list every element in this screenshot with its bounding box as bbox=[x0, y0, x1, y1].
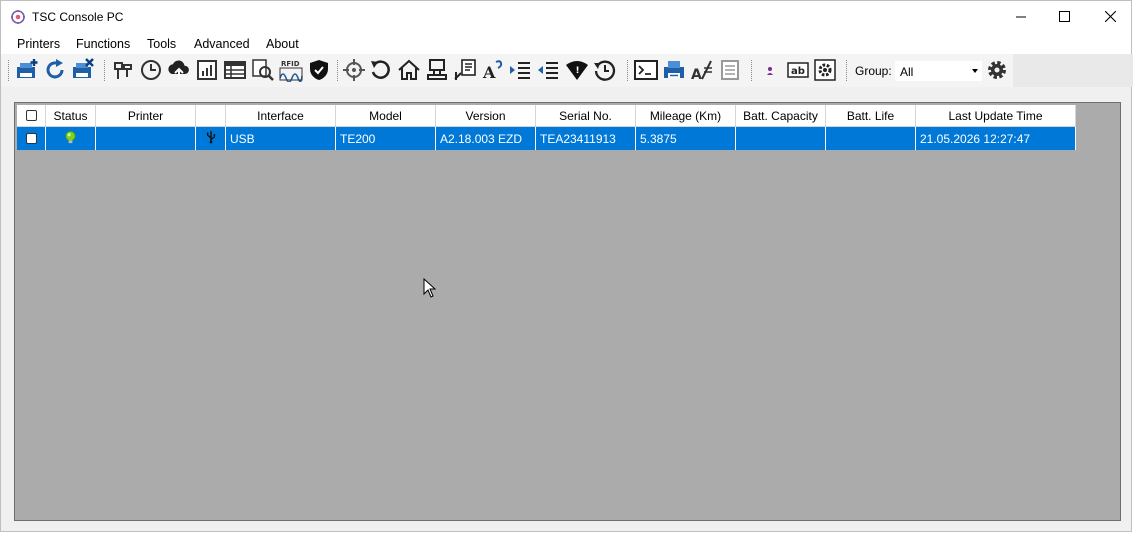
version-cell[interactable]: A2.18.003 EZD bbox=[436, 127, 536, 150]
svg-text:A: A bbox=[482, 63, 496, 82]
window-title: TSC Console PC bbox=[32, 10, 124, 24]
svg-text:A: A bbox=[691, 67, 702, 82]
security-shield-icon[interactable] bbox=[307, 58, 331, 82]
column-header[interactable]: Batt. Life bbox=[826, 105, 916, 127]
printer-cell[interactable] bbox=[96, 127, 196, 150]
indent-right-icon[interactable] bbox=[536, 58, 560, 82]
stamp-icon[interactable] bbox=[425, 58, 449, 82]
svg-text:RFID: RFID bbox=[281, 60, 300, 68]
menu-about[interactable]: About bbox=[266, 37, 299, 51]
indent-left-icon[interactable] bbox=[508, 58, 532, 82]
printer-settings-icon[interactable] bbox=[111, 58, 135, 82]
close-button[interactable] bbox=[1087, 1, 1133, 32]
menu-advanced[interactable]: Advanced bbox=[194, 37, 250, 51]
mouse-pointer-icon bbox=[423, 277, 437, 301]
menu-functions[interactable]: Functions bbox=[76, 37, 130, 51]
refresh-icon[interactable] bbox=[43, 58, 67, 82]
column-header[interactable]: Batt. Capacity bbox=[736, 105, 826, 127]
undo-icon[interactable] bbox=[369, 58, 393, 82]
group-select[interactable]: All bbox=[895, 61, 982, 81]
column-header[interactable]: Printer bbox=[96, 105, 196, 127]
column-header[interactable]: Interface bbox=[226, 105, 336, 127]
statistics-icon[interactable] bbox=[195, 58, 219, 82]
serial-cell[interactable]: TEA23411913 bbox=[536, 127, 636, 150]
inspect-icon[interactable] bbox=[251, 58, 275, 82]
menu-tools[interactable]: Tools bbox=[147, 37, 176, 51]
row-checkbox[interactable] bbox=[25, 133, 37, 144]
column-header[interactable]: Status bbox=[46, 105, 96, 127]
column-header[interactable]: Model bbox=[336, 105, 436, 127]
model-cell[interactable]: TE200 bbox=[336, 127, 436, 150]
app-logo-icon bbox=[10, 9, 26, 25]
column-header[interactable] bbox=[196, 105, 226, 127]
menu-bar: Printers Functions Tools Advanced About bbox=[1, 32, 1131, 54]
toolbar-separator bbox=[337, 60, 339, 81]
interface-icon-cell[interactable] bbox=[196, 127, 226, 150]
rfid-icon[interactable]: RFID bbox=[279, 58, 303, 82]
maximize-button[interactable] bbox=[1041, 1, 1087, 32]
cloud-upload-icon[interactable] bbox=[167, 58, 191, 82]
toolbar-separator bbox=[846, 60, 848, 81]
select-all-checkbox[interactable] bbox=[25, 110, 37, 121]
font-size-icon[interactable]: A bbox=[690, 58, 714, 82]
row-select-cell[interactable] bbox=[17, 127, 46, 150]
mileage-cell[interactable]: 5.3875 bbox=[636, 127, 736, 150]
table-icon[interactable] bbox=[223, 58, 247, 82]
print-job-icon[interactable] bbox=[662, 58, 686, 82]
svg-text:!: ! bbox=[576, 66, 580, 76]
status-bulb-icon bbox=[63, 130, 78, 148]
chevron-down-icon bbox=[972, 69, 978, 73]
minimize-button[interactable] bbox=[998, 1, 1044, 32]
column-header[interactable]: Version bbox=[436, 105, 536, 127]
toolbar-separator bbox=[751, 60, 753, 81]
toolbar-grip bbox=[8, 60, 10, 81]
printer-grid[interactable]: Status Printer Interface Model Version S… bbox=[14, 102, 1121, 521]
terminal-icon[interactable] bbox=[634, 58, 658, 82]
app-window: TSC Console PC Printers Functions Tools … bbox=[0, 0, 1133, 532]
remove-printer-icon[interactable] bbox=[71, 58, 95, 82]
batt-capacity-cell[interactable] bbox=[736, 127, 826, 150]
toolbar-empty-area bbox=[1013, 54, 1133, 87]
add-printer-icon[interactable] bbox=[15, 58, 39, 82]
wifi-icon[interactable]: ! bbox=[565, 58, 589, 82]
document-icon[interactable] bbox=[718, 58, 742, 82]
settings-gear-icon[interactable] bbox=[985, 58, 1009, 82]
label-ab-icon[interactable]: ab bbox=[786, 58, 810, 82]
home-icon[interactable] bbox=[397, 58, 421, 82]
select-all-header[interactable] bbox=[17, 105, 46, 127]
user-icon[interactable] bbox=[758, 58, 782, 82]
status-cell[interactable] bbox=[46, 127, 96, 150]
config-gear-icon[interactable] bbox=[813, 58, 837, 82]
title-bar: TSC Console PC bbox=[1, 1, 1131, 32]
history-icon[interactable] bbox=[593, 58, 617, 82]
clock-icon[interactable] bbox=[139, 58, 163, 82]
column-header[interactable]: Serial No. bbox=[536, 105, 636, 127]
column-header[interactable]: Last Update Time bbox=[916, 105, 1076, 127]
group-label: Group: bbox=[855, 64, 892, 78]
signature-icon[interactable] bbox=[453, 58, 477, 82]
toolbar: RFID A ! A ab Group: All bbox=[1, 54, 1013, 87]
calibrate-target-icon[interactable] bbox=[342, 58, 366, 82]
font-icon[interactable]: A bbox=[481, 58, 505, 82]
menu-printers[interactable]: Printers bbox=[17, 37, 60, 51]
interface-cell[interactable]: USB bbox=[226, 127, 336, 150]
svg-text:ab: ab bbox=[791, 66, 805, 77]
group-select-value: All bbox=[900, 65, 914, 79]
last-update-cell[interactable]: 21.05.2026 12:27:47 bbox=[916, 127, 1076, 150]
toolbar-separator bbox=[104, 60, 106, 81]
usb-icon bbox=[206, 130, 216, 147]
toolbar-separator bbox=[627, 60, 629, 81]
column-header[interactable]: Mileage (Km) bbox=[636, 105, 736, 127]
batt-life-cell[interactable] bbox=[826, 127, 916, 150]
